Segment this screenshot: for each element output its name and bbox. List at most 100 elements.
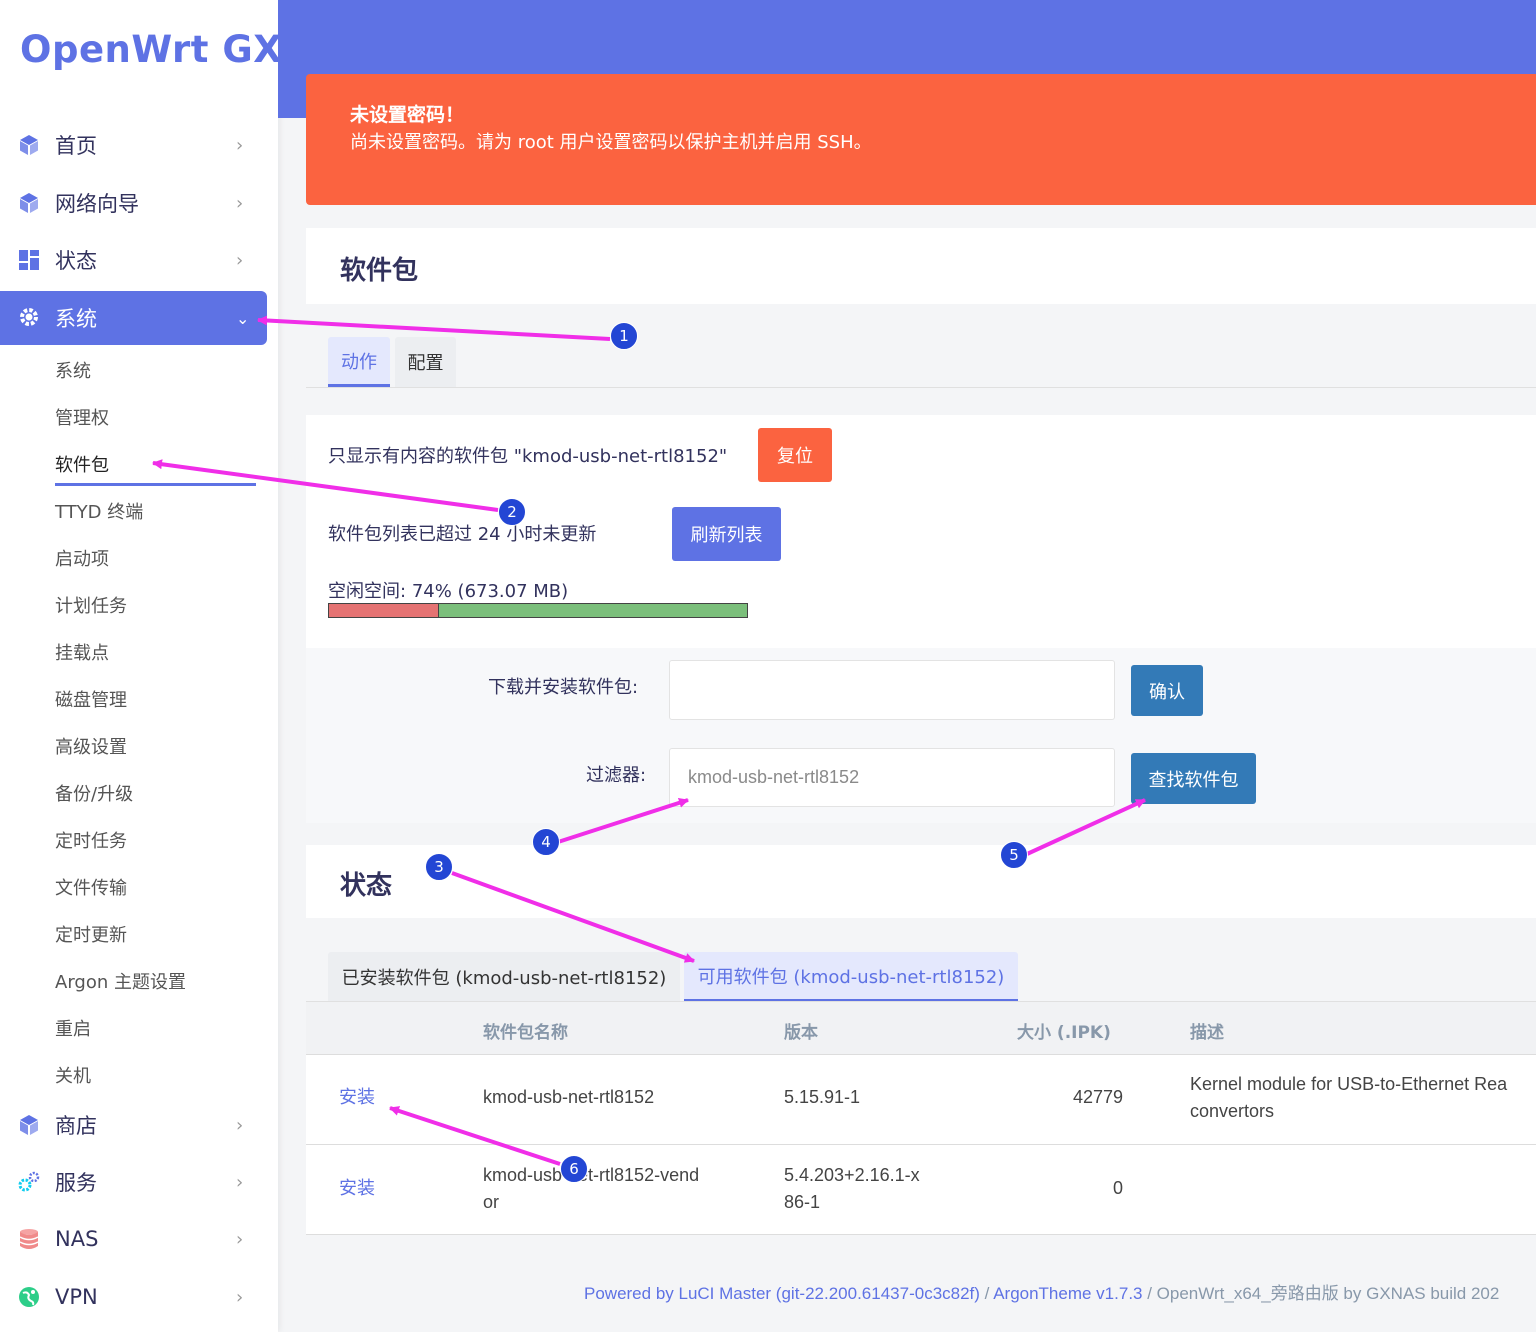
chevron-right-icon: › xyxy=(236,1286,244,1308)
table-row: 安装 kmod-usb-net-rtl8152 5.15.91-1 42779 … xyxy=(306,1055,1536,1145)
sidebar-subitem-argon[interactable]: Argon 主题设置 xyxy=(55,968,186,994)
sidebar-subitem-advanced[interactable]: 高级设置 xyxy=(55,733,127,759)
globe-icon xyxy=(19,1287,39,1307)
filter-notice: 只显示有内容的软件包 "kmod-usb-net-rtl8152" xyxy=(328,446,728,467)
database-icon xyxy=(19,1229,39,1249)
col-version: 版本 xyxy=(784,1023,818,1043)
tab-actions[interactable]: 动作 xyxy=(328,337,390,387)
sidebar-subitem-system[interactable]: 系统 xyxy=(55,357,91,383)
disk-usage-bar xyxy=(328,603,748,618)
page-title: 软件包 xyxy=(340,256,419,286)
package-name: kmod-usb-net-rtl8152 xyxy=(483,1087,655,1107)
sidebar-subitem-file-transfer[interactable]: 文件传输 xyxy=(55,874,127,900)
confirm-button[interactable]: 确认 xyxy=(1131,665,1203,716)
gear-icon xyxy=(20,308,38,326)
alert-body: 尚未设置密码。请为 root 用户设置密码以保护主机并启用 SSH。 xyxy=(350,132,872,153)
footer-build: OpenWrt_x64_旁路由版 by GXNAS build 202 xyxy=(1156,1284,1500,1303)
sidebar-item-services[interactable]: 服务 › xyxy=(0,1156,278,1208)
brand-logo[interactable]: OpenWrt GXN xyxy=(20,28,278,71)
sidebar-item-label: 系统 xyxy=(55,307,97,331)
sidebar-item-network-wizard[interactable]: 网络向导 › xyxy=(0,177,278,229)
package-version: 5.15.91-1 xyxy=(784,1087,861,1107)
download-label: 下载并安装软件包: xyxy=(488,677,639,698)
chevron-right-icon: › xyxy=(236,192,244,214)
chevron-right-icon: › xyxy=(236,249,244,271)
package-size: 42779 xyxy=(1072,1087,1123,1107)
sidebar-item-label: VPN xyxy=(55,1285,98,1309)
chevron-down-icon: ⌄ xyxy=(236,308,250,328)
free-space-text: 空闲空间: 74% (673.07 MB) xyxy=(328,577,568,603)
sidebar-item-label: 商店 xyxy=(55,1114,97,1138)
annotation-badge-1: 1 xyxy=(610,322,638,350)
tab-config[interactable]: 配置 xyxy=(395,337,456,387)
free-space-value: 74% (673.07 MB) xyxy=(411,581,569,602)
annotation-badge-5: 5 xyxy=(1000,841,1028,869)
annotation-badge-2: 2 xyxy=(498,498,526,526)
chevron-right-icon: › xyxy=(236,1228,244,1250)
filter-input[interactable]: kmod-usb-net-rtl8152 xyxy=(669,748,1115,807)
sidebar-subitem-mount-points[interactable]: 挂载点 xyxy=(55,639,109,665)
sidebar-item-system[interactable]: 系统 ⌄ xyxy=(0,291,267,345)
annotation-badge-6: 6 xyxy=(560,1155,588,1183)
package-size: 0 xyxy=(1112,1178,1123,1198)
sidebar-subitem-scheduled-tasks[interactable]: 计划任务 xyxy=(55,592,127,618)
col-size: 大小 (.IPK) xyxy=(1017,1023,1111,1043)
cube-icon xyxy=(20,193,38,213)
dashboard-icon xyxy=(19,250,39,270)
sidebar-item-label: 服务 xyxy=(55,1171,97,1195)
sidebar-subitem-reboot[interactable]: 重启 xyxy=(55,1015,91,1041)
reset-button[interactable]: 复位 xyxy=(758,428,832,482)
sidebar-item-vpn[interactable]: VPN › xyxy=(0,1271,278,1323)
refresh-list-button[interactable]: 刷新列表 xyxy=(672,507,781,561)
chevron-right-icon: › xyxy=(236,1171,244,1193)
sidebar-subitem-backup[interactable]: 备份/升级 xyxy=(55,780,133,806)
tab-divider xyxy=(306,387,1536,388)
gears-icon xyxy=(18,1171,40,1192)
sidebar-item-home[interactable]: 首页 › xyxy=(0,119,278,171)
table-header: 软件包名称 版本 大小 (.IPK) 描述 xyxy=(306,1002,1536,1055)
footer-theme-link[interactable]: ArgonTheme v1.7.3 xyxy=(993,1284,1142,1303)
cube-icon xyxy=(20,135,38,155)
table-row: 安装 kmod-usb-net-rtl8152-vendor 5.4.203+2… xyxy=(306,1145,1536,1235)
password-alert: 未设置密码！ 尚未设置密码。请为 root 用户设置密码以保护主机并启用 SSH… xyxy=(306,74,1536,205)
sidebar-subitem-admin[interactable]: 管理权 xyxy=(55,404,109,430)
active-underline xyxy=(55,483,256,486)
sidebar-item-store[interactable]: 商店 › xyxy=(0,1099,278,1151)
sidebar: OpenWrt GXN 首页 › 网络向导 › 状态 › 系统 ⌄ 系统 管理权… xyxy=(0,0,278,1332)
update-notice: 软件包列表已超过 24 小时未更新 xyxy=(328,524,597,545)
sidebar-subitem-startup[interactable]: 启动项 xyxy=(55,545,109,571)
footer-luci-link[interactable]: Powered by LuCI Master (git-22.200.61437… xyxy=(584,1284,980,1303)
package-description: Kernel module for USB-to-Ethernet Rea co… xyxy=(1190,1074,1508,1121)
sidebar-item-label: 首页 xyxy=(55,134,97,158)
col-package-name: 软件包名称 xyxy=(483,1023,568,1043)
install-link[interactable]: 安装 xyxy=(339,1175,375,1202)
sidebar-subitem-disk[interactable]: 磁盘管理 xyxy=(55,686,127,712)
cube-icon xyxy=(20,1115,38,1135)
sidebar-subitem-ttyd[interactable]: TTYD 终端 xyxy=(55,498,143,524)
sidebar-item-label: 状态 xyxy=(55,249,97,273)
install-link[interactable]: 安装 xyxy=(339,1084,375,1111)
footer-separator: / xyxy=(979,1284,994,1303)
footer: Powered by LuCI Master (git-22.200.61437… xyxy=(584,1279,1499,1304)
disk-free-segment xyxy=(438,604,747,617)
sidebar-subitem-timed-tasks[interactable]: 定时任务 xyxy=(55,827,127,853)
sidebar-item-nas[interactable]: NAS › xyxy=(0,1213,278,1265)
package-name: kmod-usb-net-rtl8152-vendor xyxy=(483,1165,700,1212)
tab-available-packages[interactable]: 可用软件包 (kmod-usb-net-rtl8152) xyxy=(684,952,1018,1002)
filter-label: 过滤器: xyxy=(586,765,647,786)
sidebar-subitem-shutdown[interactable]: 关机 xyxy=(55,1062,91,1088)
annotation-badge-3: 3 xyxy=(425,853,453,881)
disk-used-segment xyxy=(329,604,439,617)
find-package-button[interactable]: 查找软件包 xyxy=(1131,753,1256,804)
sidebar-subitem-timed-update[interactable]: 定时更新 xyxy=(55,921,127,947)
chevron-right-icon: › xyxy=(236,134,244,156)
sidebar-item-status[interactable]: 状态 › xyxy=(0,234,278,286)
alert-title: 未设置密码！ xyxy=(350,104,465,126)
sidebar-subitem-software[interactable]: 软件包 xyxy=(55,451,109,477)
col-description: 描述 xyxy=(1190,1023,1224,1043)
tab-installed-packages[interactable]: 已安装软件包 (kmod-usb-net-rtl8152) xyxy=(328,952,680,1002)
sidebar-item-label: 网络向导 xyxy=(55,192,139,216)
package-version: 5.4.203+2.16.1-x86-1 xyxy=(784,1165,920,1212)
status-title: 状态 xyxy=(340,871,393,901)
download-package-input[interactable] xyxy=(669,660,1115,720)
